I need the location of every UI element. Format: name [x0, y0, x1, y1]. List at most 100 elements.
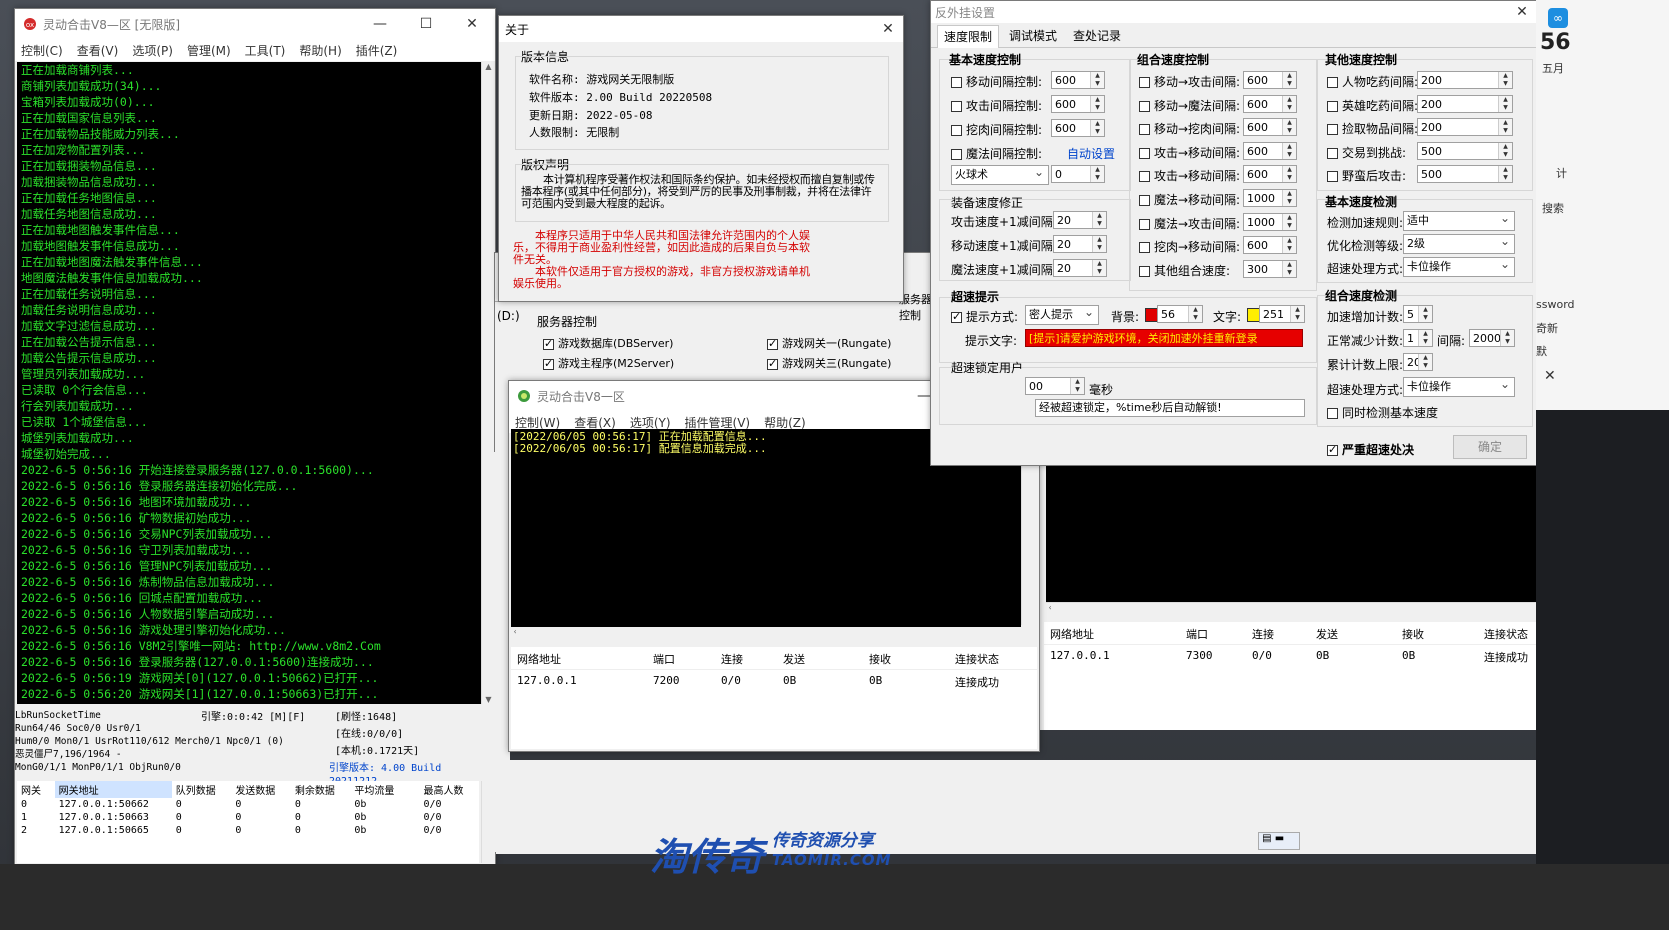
spin-arrows-icon[interactable]: ▲ ▼ — [1090, 96, 1104, 112]
lock-text-input[interactable]: 经被超速锁定，%time秒后自动解锁! — [1035, 399, 1305, 417]
gateway-header-cell[interactable]: 发送数据 — [231, 781, 291, 798]
auto-setting-link[interactable]: 自动设置 — [1067, 145, 1115, 162]
spin-arrows-icon[interactable]: ▲ ▼ — [1092, 236, 1106, 252]
spin-arrows-icon[interactable]: ▲ ▼ — [1498, 72, 1512, 88]
equip-spinner[interactable]: 20 ▲ ▼ — [1053, 259, 1107, 277]
spin-arrows-icon[interactable]: ▲ ▼ — [1092, 260, 1106, 276]
anticheat-titlebar[interactable]: 反外挂设置 ✕ — [931, 1, 1537, 23]
spin-arrows-icon[interactable]: ▲ ▼ — [1498, 166, 1512, 183]
main-titlebar[interactable]: ox 灵动合击V8—区 [无限版] — ☐ ✕ — [15, 9, 495, 39]
minimize-icon[interactable]: — — [357, 9, 403, 39]
checkbox[interactable] — [1327, 124, 1338, 136]
checkbox[interactable] — [1327, 147, 1338, 159]
spin-arrows-icon[interactable]: ▲ ▼ — [1282, 72, 1296, 88]
combo-method-select[interactable]: 卡位操作 — [1403, 375, 1515, 397]
limit-spinner[interactable]: 20 ▲ ▼ — [1403, 353, 1433, 371]
gateway-header-cell[interactable]: 平均流量 — [350, 781, 420, 798]
checkbox[interactable] — [1139, 124, 1150, 136]
anticheat-close-icon[interactable]: ✕ — [1507, 1, 1537, 23]
table-header-cell[interactable]: 端口 — [1186, 626, 1208, 642]
close-icon[interactable]: ✕ — [449, 9, 495, 39]
basic-speed-row[interactable]: 挖肉间隔控制: — [951, 121, 1042, 138]
bg-spinner[interactable]: 56 ▲ ▼ — [1157, 305, 1203, 323]
spin-arrows-icon[interactable]: ▲ ▼ — [1188, 306, 1202, 322]
table-header-cell[interactable]: 连接 — [721, 651, 743, 667]
checkbox[interactable] — [951, 101, 962, 112]
gateway-scrollbar[interactable] — [481, 781, 495, 863]
ok-button[interactable]: 确定 — [1453, 435, 1527, 459]
combo-speed-row-spinner[interactable]: 600 ▲ ▼ — [1243, 94, 1297, 113]
basic-speed-row[interactable]: 攻击间隔控制: — [951, 97, 1042, 114]
combo-speed-row-spinner[interactable]: 600 ▲ ▼ — [1243, 141, 1297, 160]
sync-check-row[interactable]: 同时检测基本速度 — [1327, 404, 1438, 421]
about-close-icon[interactable]: ✕ — [873, 16, 903, 44]
other-speed-row[interactable]: 人物吃药间隔: — [1327, 73, 1418, 90]
checkbox[interactable] — [1327, 77, 1338, 88]
combo-speed-row[interactable]: 其他组合速度: — [1139, 262, 1230, 279]
interval-spinner[interactable]: 2000 ▲ ▼ — [1469, 329, 1515, 347]
other-speed-row[interactable]: 野蛮后攻击: — [1327, 167, 1406, 184]
checkbox[interactable] — [951, 77, 962, 88]
checkbox[interactable] — [1139, 77, 1150, 88]
gateway-header-cell[interactable]: 网关地址 — [54, 781, 172, 798]
server-checkbox-item[interactable]: 游戏网关三(Rungate) — [767, 355, 891, 371]
spin-arrows-icon[interactable]: ▲ ▼ — [1290, 306, 1304, 322]
checkbox[interactable] — [543, 337, 554, 350]
spin-arrows-icon[interactable]: ▲ ▼ — [1418, 354, 1432, 370]
table-header-cell[interactable]: 发送 — [1316, 626, 1338, 642]
combo-speed-row-spinner[interactable]: 1000 ▲ ▼ — [1243, 189, 1297, 207]
combo-speed-row[interactable]: 魔法→攻击间隔: — [1139, 215, 1240, 232]
combo-speed-row-spinner[interactable]: 300 ▲ ▼ — [1243, 259, 1297, 278]
menu-item[interactable]: 查看(V) — [77, 42, 119, 59]
menu-item[interactable]: 管理(M) — [187, 42, 231, 59]
other-speed-row-spinner[interactable]: 200 ▲ ▼ — [1417, 94, 1513, 113]
combo-speed-row[interactable]: 攻击→移动间隔: — [1139, 167, 1240, 184]
checkbox[interactable] — [1139, 218, 1150, 230]
checkbox[interactable] — [767, 357, 778, 370]
other-speed-row-spinner[interactable]: 500 ▲ ▼ — [1417, 141, 1513, 160]
magic-select[interactable]: 火球术 — [951, 163, 1049, 185]
spin-arrows-icon[interactable]: ▲ ▼ — [1282, 190, 1296, 206]
spin-arrows-icon[interactable]: ▲ ▼ — [1282, 95, 1296, 112]
table-header-cell[interactable]: 连接状态 — [1484, 626, 1528, 642]
menu-item[interactable]: 插件(Z) — [356, 42, 398, 59]
spin-arrows-icon[interactable]: ▲ ▼ — [1498, 95, 1512, 112]
detect-select[interactable]: 卡位操作 — [1403, 255, 1515, 277]
other-speed-row-spinner[interactable]: 200 ▲ ▼ — [1417, 118, 1513, 137]
about-titlebar[interactable]: 关于 ✕ — [499, 16, 903, 42]
checkbox[interactable] — [951, 149, 962, 160]
menu-item[interactable]: 帮助(Z) — [764, 414, 806, 431]
table-row[interactable]: 2 127.0.0.1:50665 0 0 0 0b 0/0 — [17, 824, 479, 837]
detect-select[interactable]: 适中 — [1403, 209, 1515, 231]
checkbox[interactable] — [1327, 443, 1338, 456]
spin-arrows-icon[interactable]: ▲ ▼ — [1418, 306, 1432, 322]
basic-speed-row-spinner[interactable]: 600 ▲ ▼ — [1051, 71, 1105, 89]
spin-arrows-icon[interactable]: ▲ ▼ — [1498, 142, 1512, 159]
checkbox[interactable] — [1327, 100, 1338, 112]
menu-item[interactable]: 选项(P) — [132, 42, 173, 59]
table-row[interactable]: 1 127.0.0.1:50663 0 0 0 0b 0/0 — [17, 811, 479, 824]
maximize-icon[interactable]: ☐ — [403, 9, 449, 39]
basic-speed-row-spinner[interactable]: 600 ▲ ▼ — [1051, 119, 1105, 137]
magic-spinner[interactable]: 0 ▲ ▼ — [1051, 165, 1105, 183]
combo-speed-row-spinner[interactable]: 600 ▲ ▼ — [1243, 71, 1297, 89]
checkbox[interactable] — [543, 357, 554, 370]
spin-arrows-icon[interactable]: ▲ ▼ — [1282, 260, 1296, 277]
magic-interval-row[interactable]: 魔法间隔控制: — [951, 145, 1042, 162]
spin-arrows-icon[interactable]: ▲ ▼ — [1500, 330, 1514, 346]
gateway-header-cell[interactable]: 最高人数 — [419, 781, 479, 798]
hint-text-input[interactable]: [提示]请爱护游戏环境，关闭加速外挂重新登录 — [1025, 329, 1303, 347]
combo-speed-row-spinner[interactable]: 600 ▲ ▼ — [1243, 165, 1297, 184]
other-speed-row[interactable]: 交易到挑战: — [1327, 144, 1406, 161]
gateway-header-cell[interactable]: 网关 — [17, 781, 55, 798]
combo-speed-row-spinner[interactable]: 600 ▲ ▼ — [1243, 118, 1297, 137]
detect-select[interactable]: 2级 — [1403, 232, 1515, 254]
spin-arrows-icon[interactable]: ▲ ▼ — [1282, 119, 1296, 136]
menu-item[interactable]: 控制(W) — [515, 414, 560, 431]
table-row[interactable]: 0 127.0.0.1:50662 0 0 0 0b 0/0 — [17, 798, 479, 811]
spin-arrows-icon[interactable]: ▲ ▼ — [1070, 378, 1084, 394]
checkbox[interactable] — [1139, 195, 1150, 206]
spin-arrows-icon[interactable]: ▲ ▼ — [1282, 213, 1296, 230]
tab-debug-mode[interactable]: 调试模式 — [1003, 25, 1063, 47]
menu-item[interactable]: 选项(Y) — [630, 414, 671, 431]
